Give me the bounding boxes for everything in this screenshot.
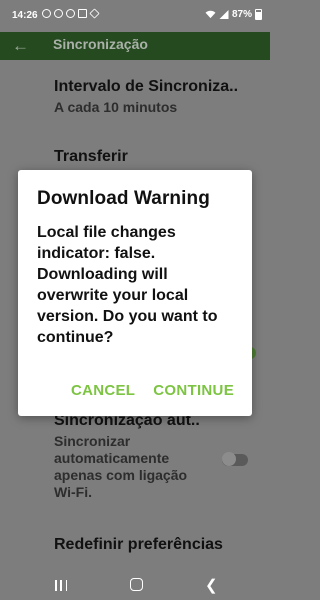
auto-sync-toggle[interactable] bbox=[222, 452, 248, 466]
setting-title: Intervalo de Sincroniza.. bbox=[54, 78, 239, 95]
messaging-icon bbox=[54, 9, 63, 18]
toggle-knob bbox=[222, 452, 236, 466]
recent-apps-icon[interactable] bbox=[55, 580, 67, 591]
status-time: 14:26 bbox=[12, 10, 38, 21]
wifi-icon bbox=[205, 10, 216, 19]
dialog-title: Download Warning bbox=[37, 188, 210, 209]
system-navigation-bar: ❮ bbox=[0, 572, 270, 600]
page-title: Sincronização bbox=[53, 36, 148, 52]
setting-title: Transferir bbox=[54, 148, 128, 165]
arrow-left-icon[interactable]: ← bbox=[12, 35, 34, 57]
dropbox-icon bbox=[89, 8, 100, 19]
status-bar: 14:26 87% bbox=[0, 0, 270, 32]
battery-level: 87% bbox=[231, 9, 252, 20]
setting-subtitle: Sincronizar automaticamente apenas com l… bbox=[54, 433, 188, 500]
dialog-message: Local file changes indicator: false. Dow… bbox=[37, 224, 218, 346]
notification-icons bbox=[42, 8, 100, 19]
gallery-icon bbox=[78, 9, 87, 18]
messaging-icon bbox=[42, 9, 51, 18]
setting-reset-preferences[interactable]: Redefinir preferências bbox=[54, 536, 256, 554]
cancel-button[interactable]: CANCEL bbox=[71, 382, 135, 399]
system-indicators: 87% bbox=[205, 9, 262, 20]
battery-icon bbox=[255, 9, 262, 20]
continue-button[interactable]: CONTINUE bbox=[153, 382, 234, 399]
home-icon[interactable] bbox=[130, 578, 143, 591]
signal-icon bbox=[219, 10, 229, 19]
download-warning-dialog: Download Warning Local file changes indi… bbox=[18, 170, 252, 416]
setting-subtitle: A cada 10 minutos bbox=[54, 99, 178, 115]
setting-transfer[interactable]: Transferir bbox=[54, 148, 256, 166]
dialog-actions: CANCEL CONTINUE bbox=[71, 382, 234, 399]
setting-sync-interval[interactable]: Intervalo de Sincroniza.. A cada 10 minu… bbox=[54, 78, 256, 116]
setting-title: Redefinir preferências bbox=[54, 536, 223, 553]
vpn-icon bbox=[66, 9, 75, 18]
app-toolbar: ← Sincronização bbox=[0, 32, 270, 60]
back-icon[interactable]: ❮ bbox=[205, 576, 218, 594]
